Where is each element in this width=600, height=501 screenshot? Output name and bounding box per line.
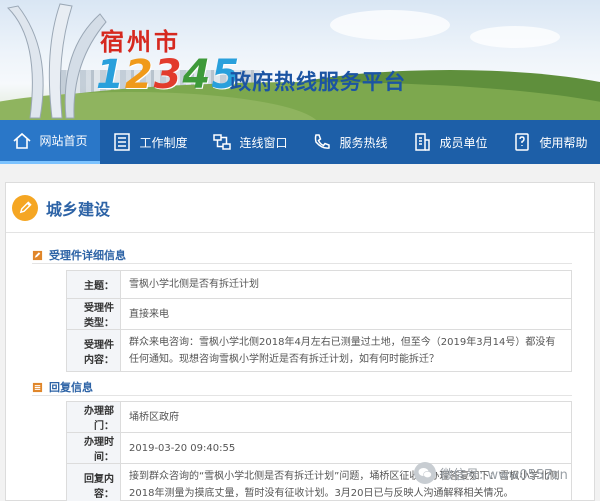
- field-label: 受理件内容：: [66, 329, 121, 372]
- hotline-digit: 4: [182, 52, 212, 98]
- main-nav: 网站首页 工作制度 连线窗口 服务热线 成员单位 使用帮助: [0, 120, 600, 164]
- nav-item-label: 网站首页: [39, 134, 88, 148]
- page-header: 城乡建设: [6, 183, 594, 233]
- hotline-digit: 1: [96, 52, 125, 98]
- nav-item-label: 工作制度: [139, 135, 188, 150]
- reply-section-title: 回复信息: [49, 381, 93, 394]
- field-value-content: 群众来电咨询：雪枫小学北侧2018年4月左右已测量过土地，但至今（2019年3月…: [120, 329, 572, 372]
- nav-item-home[interactable]: 网站首页: [0, 120, 100, 164]
- table-row: 主题： 雪枫小学北侧是否有拆迁计划: [66, 270, 572, 299]
- field-label: 主题：: [66, 270, 121, 299]
- home-icon: [13, 132, 32, 149]
- hotline-number-logo: 12345: [96, 52, 240, 98]
- platform-title: 政府热线服务平台: [230, 70, 406, 94]
- field-label: 办理部门：: [66, 401, 121, 433]
- sculpture-logo-icon: [6, 3, 107, 119]
- nav-item-label: 使用帮助: [539, 135, 588, 150]
- edit-pencil-icon: [12, 194, 38, 221]
- nav-item-label: 服务热线: [339, 135, 388, 150]
- site-banner: 宿州市 12345 政府热线服务平台: [0, 0, 600, 120]
- table-row: 受理件内容： 群众来电咨询：雪枫小学北侧2018年4月左右已测量过土地，但至今（…: [66, 329, 572, 372]
- field-value-department: 埇桥区政府: [120, 401, 572, 433]
- edit-square-icon: [32, 250, 43, 260]
- case-detail-table: 主题： 雪枫小学北侧是否有拆迁计划 受理件类型： 直接来电 受理件内容： 群众来…: [66, 270, 572, 372]
- wechat-icon: [414, 462, 436, 484]
- phone-icon: [315, 134, 331, 149]
- table-row: 办理部门： 埇桥区政府: [66, 401, 572, 433]
- nav-item-work-system[interactable]: 工作制度: [100, 120, 200, 164]
- field-value-time: 2019-03-20 09:40:55: [120, 432, 572, 464]
- field-value-type: 直接来电: [120, 298, 572, 330]
- nav-item-label: 连线窗口: [239, 135, 288, 150]
- nav-item-connect-window[interactable]: 连线窗口: [200, 120, 300, 164]
- nav-item-label: 成员单位: [439, 135, 488, 150]
- case-section-title: 受理件详细信息: [49, 249, 126, 262]
- field-label: 受理件类型：: [66, 298, 121, 330]
- field-label: 办理时间：: [66, 432, 121, 464]
- reply-detail-table: 办理部门： 埇桥区政府 办理时间： 2019-03-20 09:40:55 回复…: [66, 401, 572, 501]
- help-book-icon: [515, 133, 530, 151]
- table-row: 受理件类型： 直接来电: [66, 298, 572, 330]
- list-icon: [32, 382, 43, 392]
- field-label: 回复内容：: [66, 463, 121, 501]
- nav-item-help[interactable]: 使用帮助: [500, 120, 600, 164]
- watermark-text: 微信号: www0557cn: [440, 467, 568, 483]
- table-row: 办理时间： 2019-03-20 09:40:55: [66, 432, 572, 464]
- hotline-digit: 2: [124, 52, 154, 98]
- document-list-icon: [114, 133, 131, 151]
- case-section-heading: 受理件详细信息: [32, 247, 126, 263]
- content-panel: 城乡建设 受理件详细信息 主题： 雪枫小学北侧是否有拆迁计划 受理件类型： 直接…: [5, 182, 595, 501]
- network-icon: [213, 134, 232, 150]
- reply-section-heading: 回复信息: [32, 379, 93, 395]
- building-icon: [415, 133, 431, 151]
- hotline-digit: 3: [153, 52, 183, 98]
- nav-item-member-units[interactable]: 成员单位: [400, 120, 500, 164]
- page-title: 城乡建设: [46, 199, 111, 219]
- field-value-subject: 雪枫小学北侧是否有拆迁计划: [120, 270, 572, 299]
- wechat-watermark: 微信号: www0557cn: [414, 462, 568, 484]
- nav-item-service-hotline[interactable]: 服务热线: [300, 120, 400, 164]
